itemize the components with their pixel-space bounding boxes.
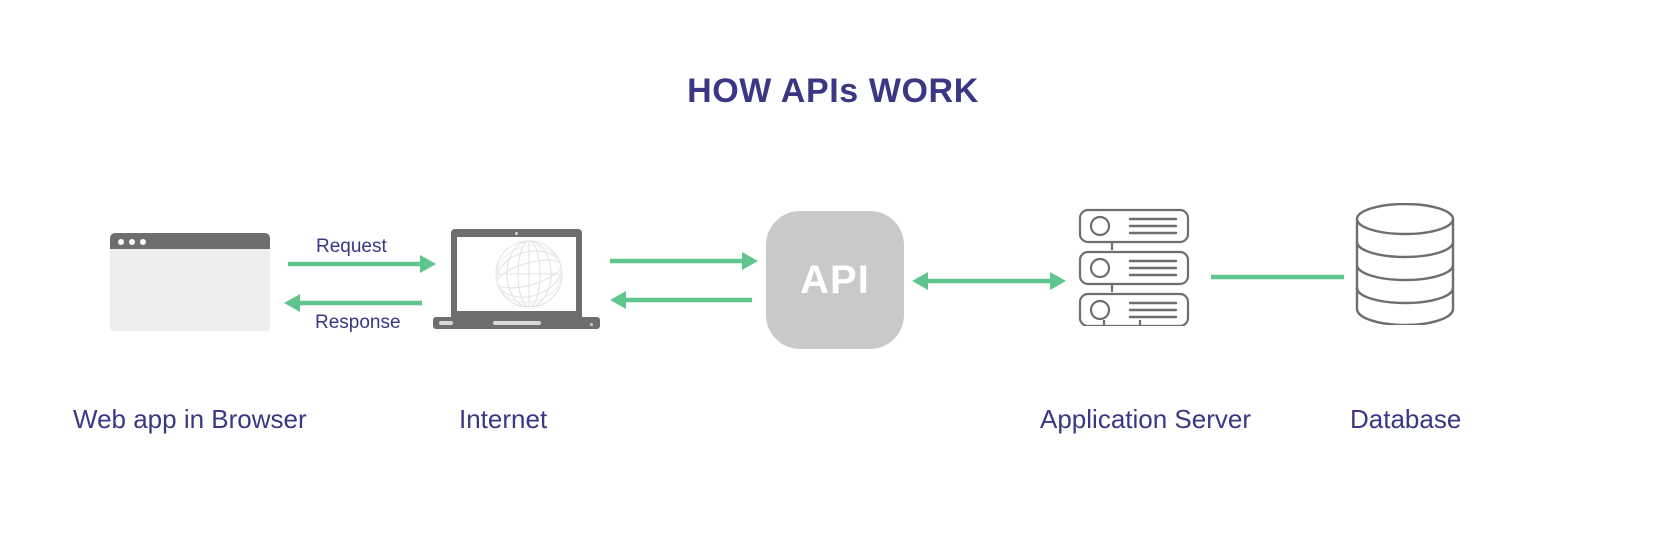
browser-content-area xyxy=(110,249,270,331)
api-rounded-square-icon: API xyxy=(766,211,904,349)
browser-dot-icon xyxy=(118,238,124,245)
arrow-internet-to-api xyxy=(610,252,758,270)
laptop-camera-icon xyxy=(515,232,518,235)
server-stack-icon xyxy=(1078,208,1190,328)
laptop-base-notch xyxy=(439,321,453,325)
laptop-screen xyxy=(457,237,576,311)
node-label-browser: Web app in Browser xyxy=(73,404,307,434)
arrow-label-response: Response xyxy=(315,312,401,333)
diagram-canvas: HOW APIs WORK API Request Response Web a… xyxy=(0,0,1666,552)
laptop-trackpad xyxy=(492,321,541,325)
browser-dot-icon xyxy=(140,238,146,245)
api-label: API xyxy=(800,257,870,302)
laptop-globe-icon xyxy=(433,229,600,335)
laptop-indicator-icon xyxy=(590,323,593,326)
page-title: HOW APIs WORK xyxy=(687,72,979,110)
arrow-api-to-server xyxy=(912,272,1066,290)
database-cylinder-icon xyxy=(1355,202,1455,327)
arrow-response xyxy=(284,294,422,312)
arrow-label-request: Request xyxy=(316,236,387,257)
browser-titlebar xyxy=(110,233,270,249)
laptop-lid xyxy=(451,229,582,317)
arrow-api-to-internet xyxy=(610,291,752,309)
browser-dot-icon xyxy=(129,238,135,245)
browser-window-icon xyxy=(110,233,270,331)
node-label-application-server: Application Server xyxy=(1040,404,1251,434)
globe-icon xyxy=(495,240,563,308)
node-label-database: Database xyxy=(1350,404,1462,434)
node-label-internet: Internet xyxy=(459,404,548,434)
